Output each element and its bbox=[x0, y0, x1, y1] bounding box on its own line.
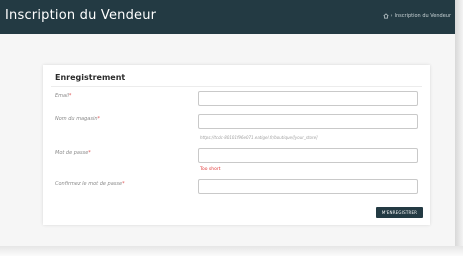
confirm-password-field[interactable] bbox=[198, 179, 418, 194]
breadcrumb-current: Inscription du Vendeur bbox=[394, 13, 451, 19]
breadcrumb: › Inscription du Vendeur bbox=[382, 13, 451, 19]
required-marker: * bbox=[88, 150, 91, 156]
password-field[interactable] bbox=[198, 148, 418, 163]
page-title: Inscription du Vendeur bbox=[5, 8, 157, 23]
email-field[interactable] bbox=[198, 91, 418, 106]
registration-card: Enregistrement Email* Nom du magasin* ht… bbox=[43, 65, 430, 225]
confirm-password-label: Confirmez le mot de passe* bbox=[55, 181, 125, 187]
window-shadow-right bbox=[455, 0, 463, 256]
home-icon[interactable] bbox=[382, 13, 389, 19]
required-marker: * bbox=[68, 93, 72, 99]
password-label: Mot de passe* bbox=[55, 150, 91, 156]
store-name-label: Nom du magasin* bbox=[55, 116, 101, 122]
window-shadow-bottom bbox=[0, 246, 463, 256]
page-header: Inscription du Vendeur › Inscription du … bbox=[0, 0, 455, 34]
email-label: Email* bbox=[55, 93, 72, 99]
password-error: Too short bbox=[200, 167, 221, 172]
store-name-field[interactable] bbox=[198, 114, 418, 129]
register-button[interactable]: M'ENREGISTRER bbox=[376, 207, 423, 218]
section-title: Enregistrement bbox=[55, 73, 126, 82]
required-marker: * bbox=[97, 116, 101, 122]
required-marker: * bbox=[122, 181, 125, 187]
breadcrumb-separator: › bbox=[390, 13, 393, 19]
divider bbox=[51, 86, 422, 87]
page: Inscription du Vendeur › Inscription du … bbox=[0, 0, 455, 246]
store-url-help: https://tcdc-80101f96e071.eatigel.fr/bou… bbox=[200, 135, 318, 140]
